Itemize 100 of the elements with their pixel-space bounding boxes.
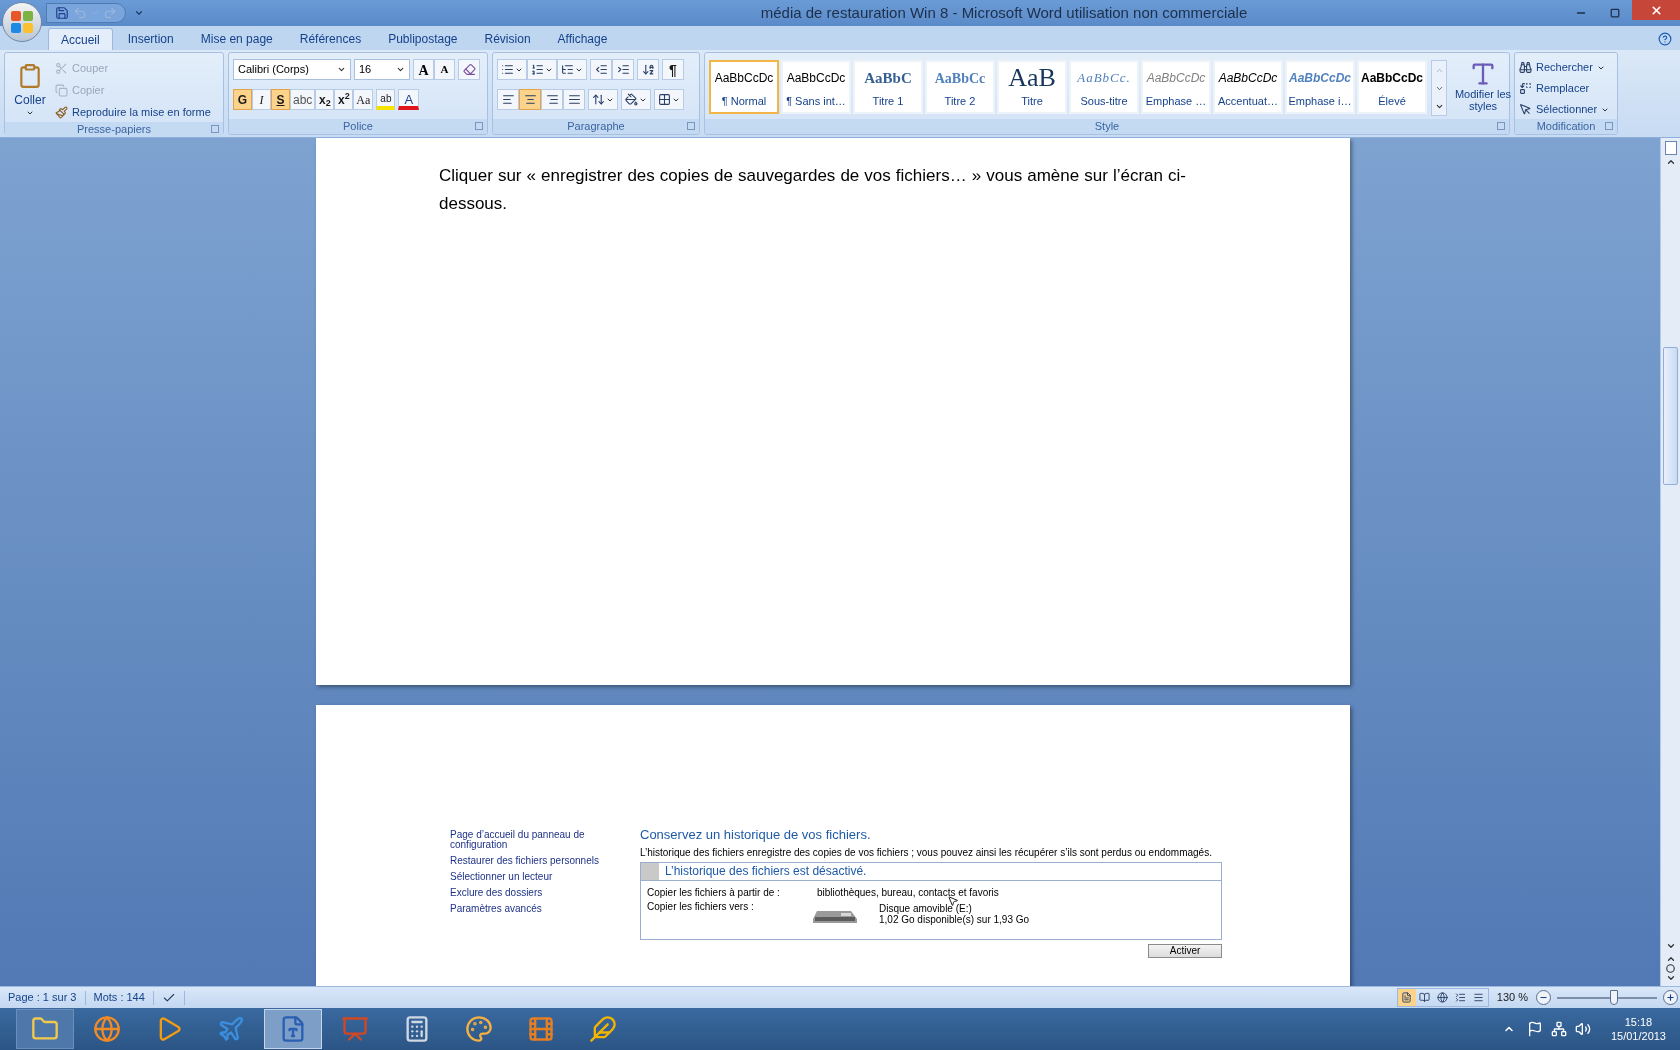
style-item[interactable]: AaBbCcDc Emphase i… (1285, 60, 1355, 114)
highlight-button[interactable]: ab (376, 89, 396, 110)
borders-button[interactable] (654, 89, 684, 110)
shrink-font-button[interactable]: A (434, 59, 455, 80)
style-item[interactable]: AaBbCcDc Accentuat… (1213, 60, 1283, 114)
show-marks-button[interactable]: ¶ (662, 59, 684, 80)
close-icon (1649, 3, 1663, 17)
style-item[interactable]: AaBbC Titre 1 (853, 60, 923, 114)
zoom-level[interactable]: 130 % (1488, 989, 1536, 1006)
zoom-slider-thumb[interactable] (1610, 989, 1618, 1005)
ribbon-tab[interactable]: Accueil (48, 28, 113, 50)
scroll-up-icon[interactable] (1665, 157, 1676, 167)
group-label: Modification (1536, 119, 1596, 135)
group-label: Style (1094, 119, 1120, 135)
grow-font-button[interactable]: A (413, 59, 434, 80)
flag-icon[interactable] (1526, 1021, 1543, 1037)
increase-indent-icon (616, 63, 630, 76)
replace-icon (1519, 82, 1532, 95)
network-icon[interactable] (1550, 1021, 1567, 1037)
align-button[interactable] (563, 89, 585, 110)
word-count[interactable]: Mots : 144 (85, 989, 153, 1006)
ribbon-tab[interactable]: Révision (472, 28, 543, 50)
binoculars-icon (1519, 61, 1532, 74)
customize-toolbar-icon[interactable] (134, 8, 144, 18)
decrease-indent-icon (594, 63, 608, 76)
ruler-toggle-icon[interactable] (1664, 141, 1677, 155)
style-item[interactable]: AaBbCcDc ¶ Sans int… (781, 60, 851, 114)
presentation-icon (341, 1015, 369, 1043)
taskbar-app[interactable] (16, 1009, 74, 1049)
align-button[interactable] (541, 89, 563, 110)
align-button[interactable] (519, 89, 541, 110)
clear-formatting-button[interactable] (458, 59, 480, 80)
increase-indent-button[interactable] (612, 59, 634, 80)
ribbon-tab[interactable]: Références (287, 28, 374, 50)
font-name-field[interactable]: Calibri (Corps) (233, 59, 351, 80)
shading-button[interactable] (621, 89, 651, 110)
globe-icon (1437, 992, 1449, 1003)
font-size-field[interactable]: 16 (354, 59, 410, 80)
style-item[interactable]: AaBbCcDc Élevé (1357, 60, 1427, 114)
format-button[interactable]: Aa (353, 89, 374, 110)
editing-command[interactable]: Remplacer (1519, 79, 1610, 98)
font-color-button[interactable]: A (398, 89, 420, 110)
sort-button[interactable] (637, 59, 659, 80)
next-page-icon[interactable] (1665, 973, 1676, 983)
style-item[interactable]: AaBbCc. Sous-titre (1069, 60, 1139, 114)
activate-button[interactable]: Activer (1148, 943, 1222, 958)
change-styles-button[interactable]: Modifier les styles (1453, 60, 1513, 112)
bullets-button[interactable] (497, 59, 527, 80)
zoom-in-button[interactable] (1663, 990, 1678, 1005)
vertical-scrollbar[interactable] (1660, 138, 1680, 986)
document-paragraph: Cliquer sur « enregistrer des copies de sauvegardes de vos fichiers… » vous amène sur l’écran ci-dessous. (439, 165, 1186, 215)
close-button[interactable] (1632, 0, 1680, 20)
sort-icon (641, 63, 655, 76)
align-button[interactable] (497, 89, 519, 110)
numbering-button[interactable] (527, 59, 557, 80)
clipboard-command[interactable]: Reproduire la mise en forme (55, 103, 211, 122)
multilevel-list-icon (561, 63, 574, 76)
panel-description: L’historique des fichiers enregistre des copies de vos fichiers ; vous pouvez ainsi les récupérer s’ils sont perdus ou endommagés. (640, 847, 1213, 858)
scrollbar-thumb[interactable] (1663, 347, 1678, 485)
plus-icon (1666, 993, 1675, 1002)
format-button[interactable]: abc (290, 89, 316, 110)
pointer-icon (1519, 103, 1532, 116)
zoom-out-button[interactable] (1536, 990, 1551, 1005)
panel-heading: Conservez un historique de vos fichiers. (640, 826, 872, 844)
ribbon-tab[interactable]: Insertion (115, 28, 186, 50)
eraser-icon (462, 63, 476, 76)
status-square-icon (641, 862, 659, 880)
format-button[interactable]: x$_{2}$ (315, 89, 335, 110)
editing-command[interactable]: Rechercher (1519, 58, 1610, 77)
volume-icon[interactable] (1574, 1021, 1591, 1037)
restore-icon (1610, 8, 1620, 18)
window-title: média de restauration Win 8 - Microsoft Word utilisation non commerciale (760, 2, 1248, 23)
caret-icon[interactable] (396, 65, 405, 74)
style-item[interactable]: AaBbCc Titre 2 (925, 60, 995, 114)
ribbon-tab[interactable]: Publipostage (376, 28, 470, 50)
format-button[interactable]: x$^{2}$ (334, 89, 354, 110)
style-item[interactable]: AaBbCcDc ¶ Normal (709, 60, 779, 114)
caret-icon[interactable] (337, 65, 346, 74)
previous-page-icon[interactable] (1665, 954, 1676, 964)
multilevel-list-button[interactable] (557, 59, 587, 80)
scroll-down-icon[interactable] (1665, 941, 1676, 951)
ribbon-tab[interactable]: Mise en page (188, 28, 285, 50)
style-item[interactable]: AaB Titre (997, 60, 1067, 114)
clock[interactable]: 15:18 15/01/2013 (1610, 1015, 1666, 1043)
style-item[interactable]: AaBbCcDc Emphase … (1141, 60, 1211, 114)
format-button[interactable]: I (252, 89, 271, 110)
editing-command[interactable]: Sélectionner (1519, 100, 1610, 119)
ribbon-tab[interactable]: Affichage (545, 28, 620, 50)
page-count[interactable]: Page : 1 sur 3 (0, 989, 85, 1006)
save-icon[interactable] (55, 6, 69, 20)
help-icon[interactable] (1658, 32, 1672, 46)
line-spacing-button[interactable] (588, 89, 618, 110)
office-logo-icon (10, 10, 34, 34)
format-button[interactable]: S (271, 89, 290, 110)
view-button[interactable] (1397, 989, 1416, 1006)
paste-button[interactable]: Coller (9, 57, 51, 122)
decrease-indent-button[interactable] (590, 59, 612, 80)
format-button[interactable]: G (233, 89, 252, 110)
paintbrush-icon (55, 106, 68, 119)
browse-object-icon[interactable] (1666, 964, 1675, 973)
